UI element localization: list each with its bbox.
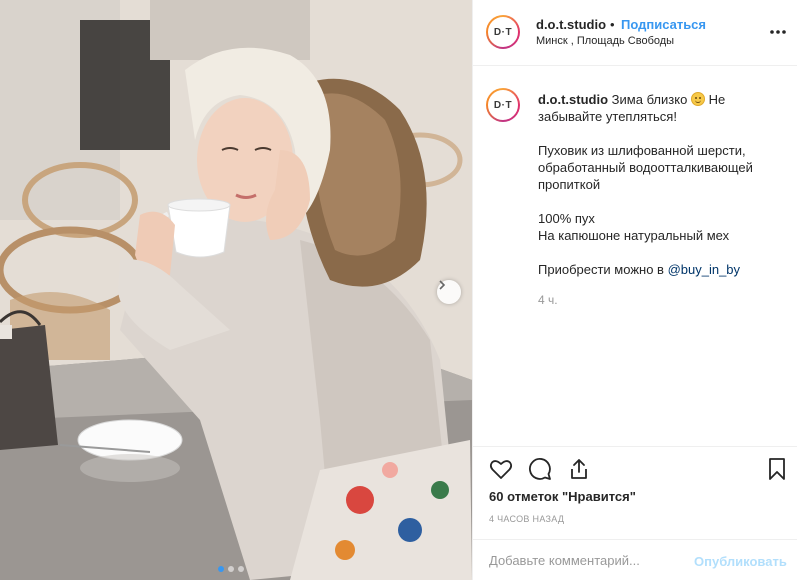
chevron-right-icon	[439, 280, 446, 290]
more-horizontal-icon[interactable]	[768, 22, 788, 42]
caption-text: d.o.t.studio Зима близко Не забывайте ут…	[538, 91, 783, 295]
caption-username[interactable]: d.o.t.studio	[538, 92, 608, 107]
comment-icon[interactable]	[528, 457, 552, 481]
caption-para-2: Пуховик из шлифованной шерсти, обработан…	[538, 143, 753, 192]
comment-form: Опубликовать	[473, 539, 797, 580]
smile-emoji-icon	[690, 92, 705, 106]
slide-indicator	[218, 566, 244, 572]
slide-dot	[228, 566, 234, 572]
post-panel: D·T d.o.t.studio • Подписаться Минск , П…	[472, 0, 797, 580]
likes-count[interactable]: 60 отметок "Нравится"	[489, 489, 636, 504]
caption-para-4: Приобрести можно в @buy_in_by	[538, 261, 783, 278]
avatar[interactable]: D·T	[486, 15, 520, 49]
follow-button[interactable]: Подписаться	[621, 17, 706, 32]
slide-dot	[218, 566, 224, 572]
separator-bullet: •	[610, 17, 615, 32]
post-caption: D·T d.o.t.studio Зима близко Не забывайт…	[473, 66, 797, 446]
caption-para-1: d.o.t.studio Зима близко Не забывайте ут…	[538, 91, 783, 125]
avatar-logo: D·T	[488, 17, 518, 47]
post-header: D·T d.o.t.studio • Подписаться Минск , П…	[473, 0, 797, 66]
post-photo[interactable]	[0, 0, 472, 580]
bookmark-icon[interactable]	[765, 457, 789, 481]
caption-para4-prefix: Приобрести можно в	[538, 262, 668, 277]
slide-dot	[238, 566, 244, 572]
caption-time[interactable]: 4 ч.	[538, 293, 558, 307]
post-actions: 60 отметок "Нравится" 4 часов назад	[473, 446, 797, 524]
post-time-ago[interactable]: 4 часов назад	[489, 514, 564, 524]
photo-illustration	[0, 0, 472, 580]
comment-input[interactable]	[489, 550, 684, 570]
caption-line1: Зима близко	[611, 92, 688, 107]
avatar[interactable]: D·T	[486, 88, 520, 122]
heart-icon[interactable]	[489, 457, 513, 481]
caption-para-3: 100% пух На капюшоне натуральный мех	[538, 210, 783, 244]
username-link[interactable]: d.o.t.studio	[536, 17, 606, 32]
avatar-logo: D·T	[488, 90, 518, 120]
location-link[interactable]: Минск , Площадь Свободы	[536, 35, 674, 47]
caption-para3-line2: На капюшоне натуральный мех	[538, 228, 730, 243]
next-slide-button[interactable]	[437, 280, 461, 304]
publish-button[interactable]: Опубликовать	[694, 554, 787, 569]
instagram-post: D·T d.o.t.studio • Подписаться Минск , П…	[0, 0, 797, 580]
share-icon[interactable]	[567, 457, 591, 481]
mention-link[interactable]: @buy_in_by	[668, 262, 740, 277]
caption-para3-line1: 100% пух	[538, 211, 595, 226]
